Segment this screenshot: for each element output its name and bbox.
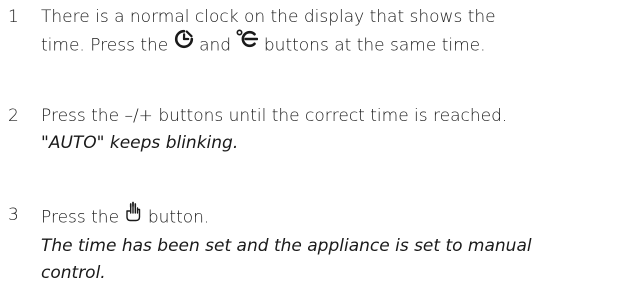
step-line: Press the button. <box>41 202 611 233</box>
step-note: control. <box>41 260 611 287</box>
hand-manual-icon <box>124 200 142 231</box>
step-line: time. Press the and buttons at the same … <box>41 31 611 60</box>
step-text-part: button. <box>148 208 209 228</box>
clock-timer-icon <box>174 29 194 58</box>
step-note: The time has been set and the appliance … <box>41 233 611 260</box>
step-line: Press the –/+ buttons until the correct … <box>41 103 611 130</box>
step-text-part: and <box>199 36 231 56</box>
step-number: 2 <box>8 103 22 130</box>
step-note: "AUTO" keeps blinking. <box>41 130 611 157</box>
step-text-part: buttons at the same time. <box>264 36 486 56</box>
temperature-fan-icon <box>236 29 258 58</box>
step-text-part: time. Press the <box>41 36 168 56</box>
step-text: Press the –/+ buttons until the correct … <box>41 103 611 157</box>
step-text: Press the button. The time has been set … <box>41 202 611 287</box>
step-line: There is a normal clock on the display t… <box>41 4 611 31</box>
step-text-part: Press the <box>41 208 119 228</box>
step-number: 1 <box>8 4 22 31</box>
step-number: 3 <box>8 202 22 229</box>
step-text: There is a normal clock on the display t… <box>41 4 611 60</box>
